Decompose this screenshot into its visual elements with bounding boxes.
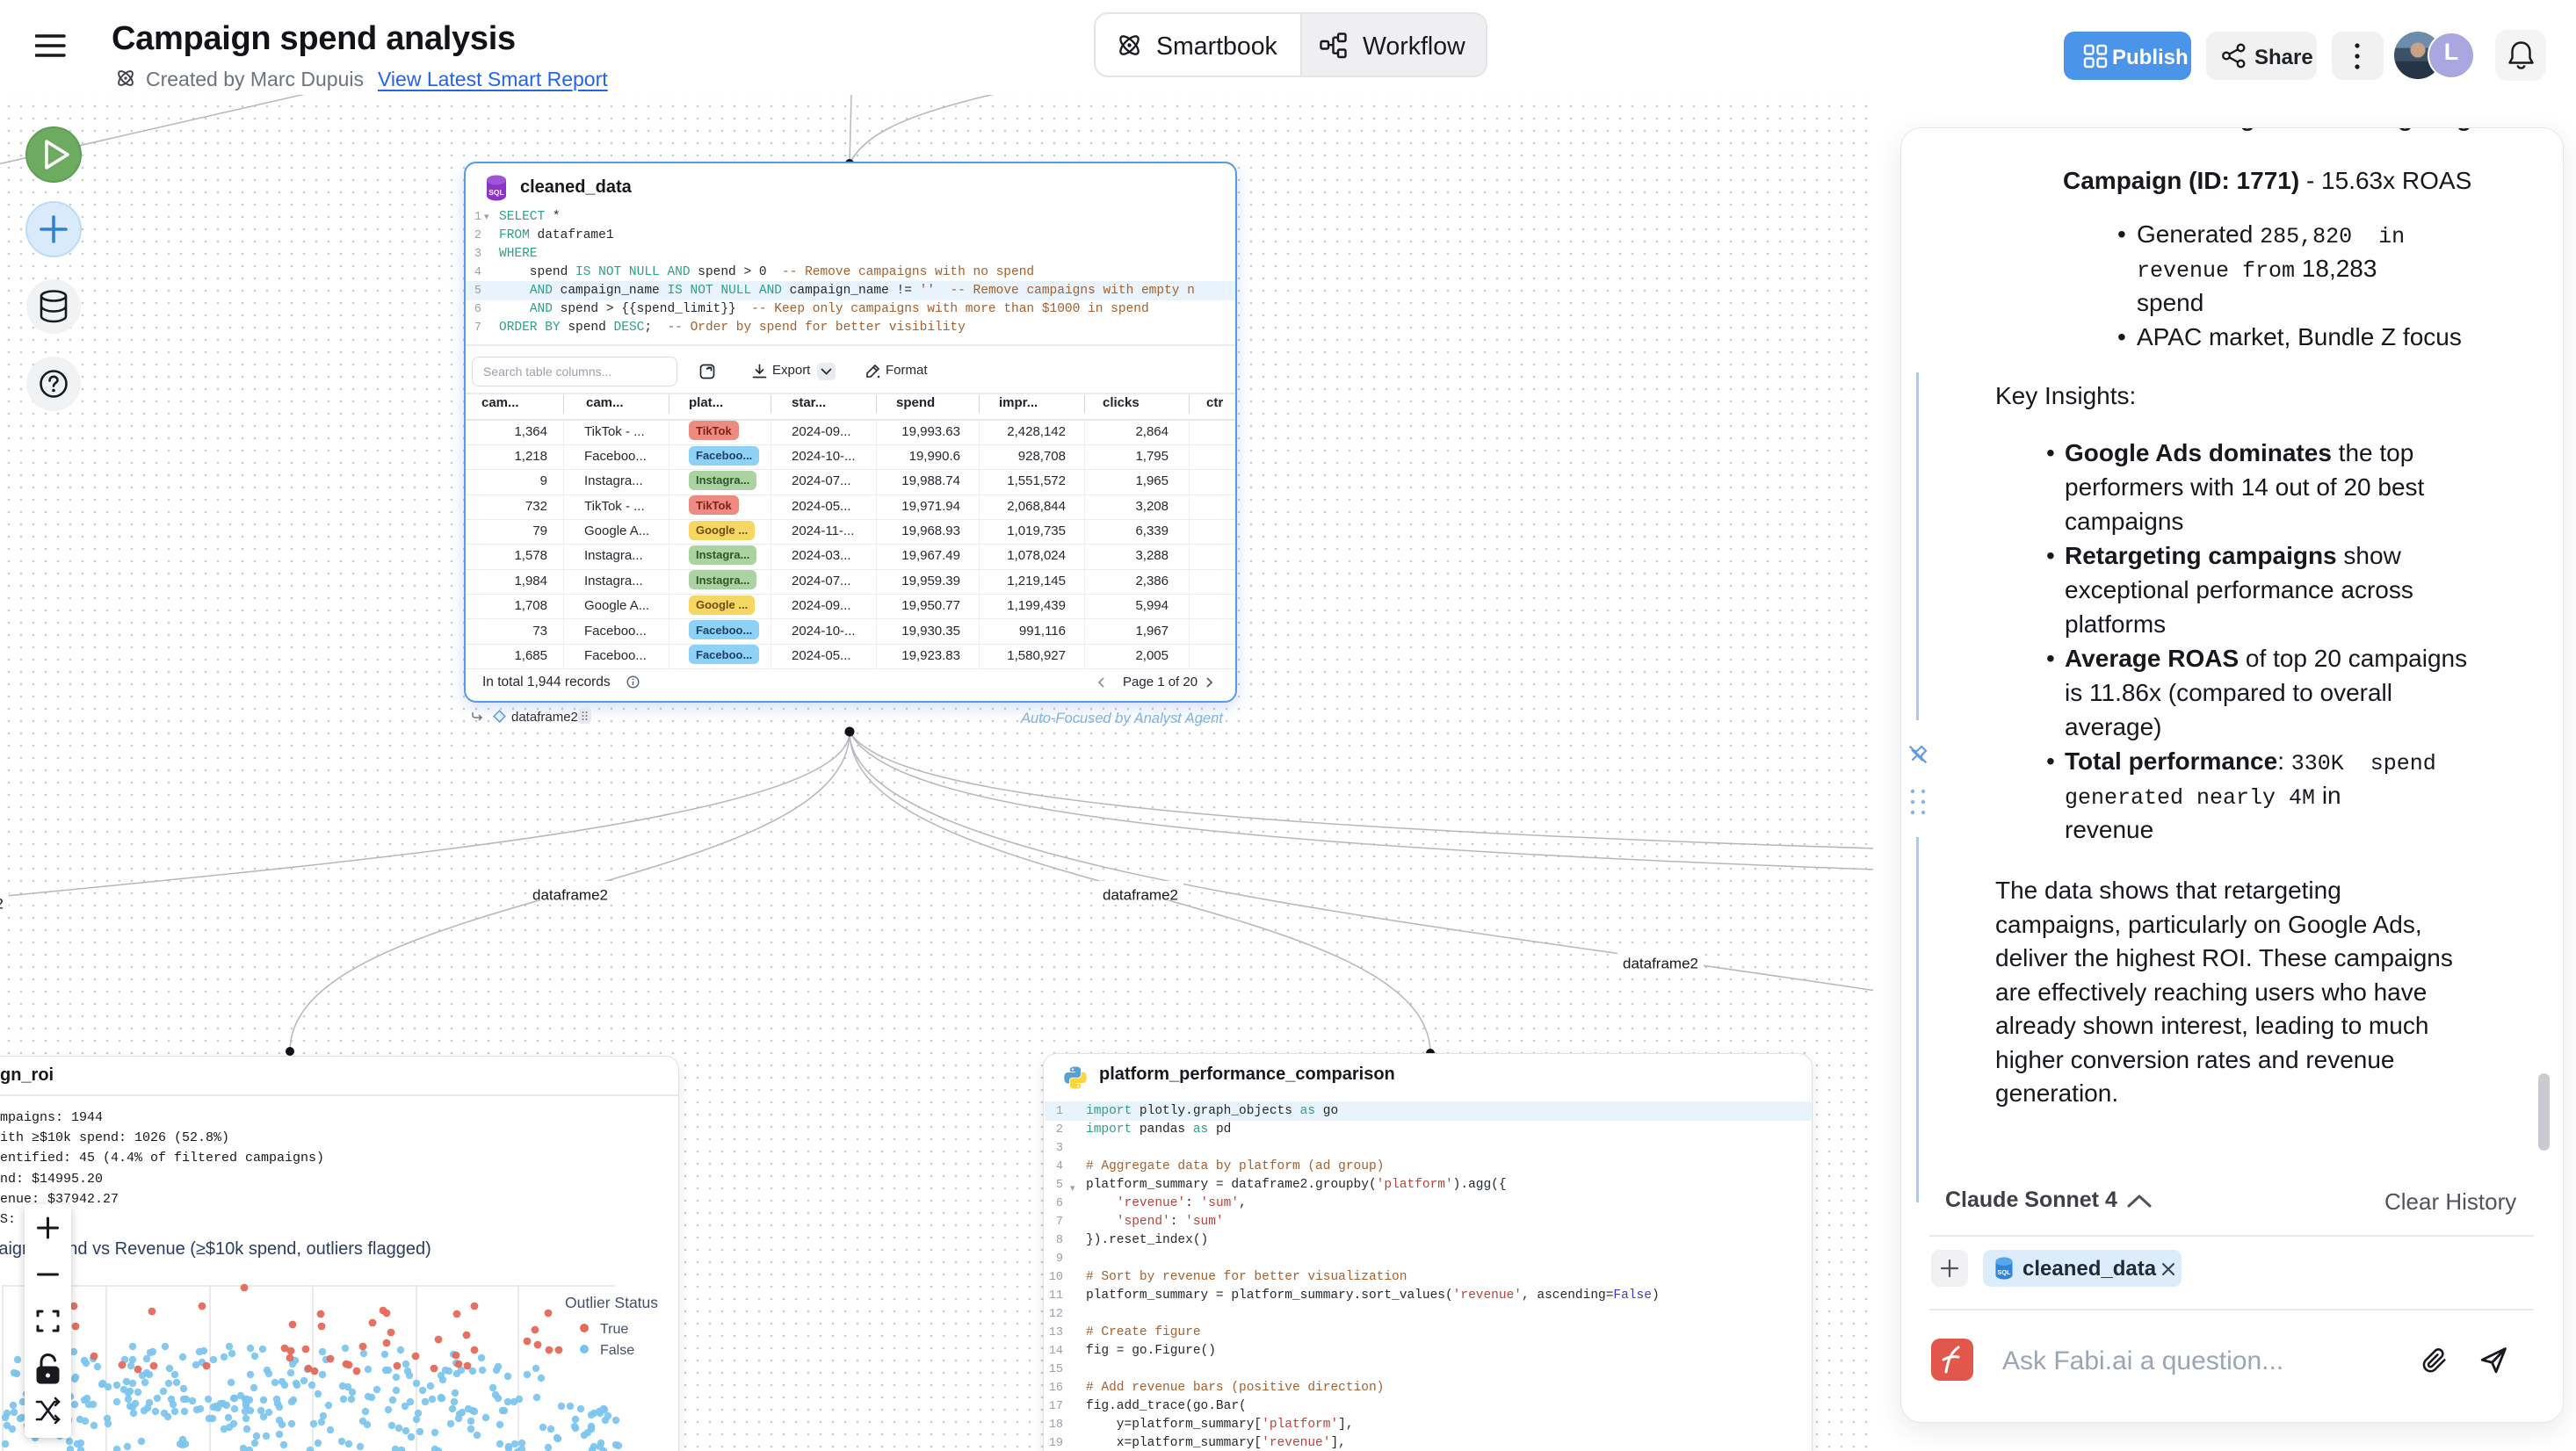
svg-text:dataframe2: dataframe2 [1623,955,1698,971]
svg-text:dataframe2: dataframe2 [1103,886,1178,903]
svg-text:False: False [600,1343,634,1358]
svg-text:Outlier Status: Outlier Status [565,1294,658,1311]
svg-text:SQL: SQL [1997,1268,2011,1276]
svg-text:True: True [600,1322,628,1337]
